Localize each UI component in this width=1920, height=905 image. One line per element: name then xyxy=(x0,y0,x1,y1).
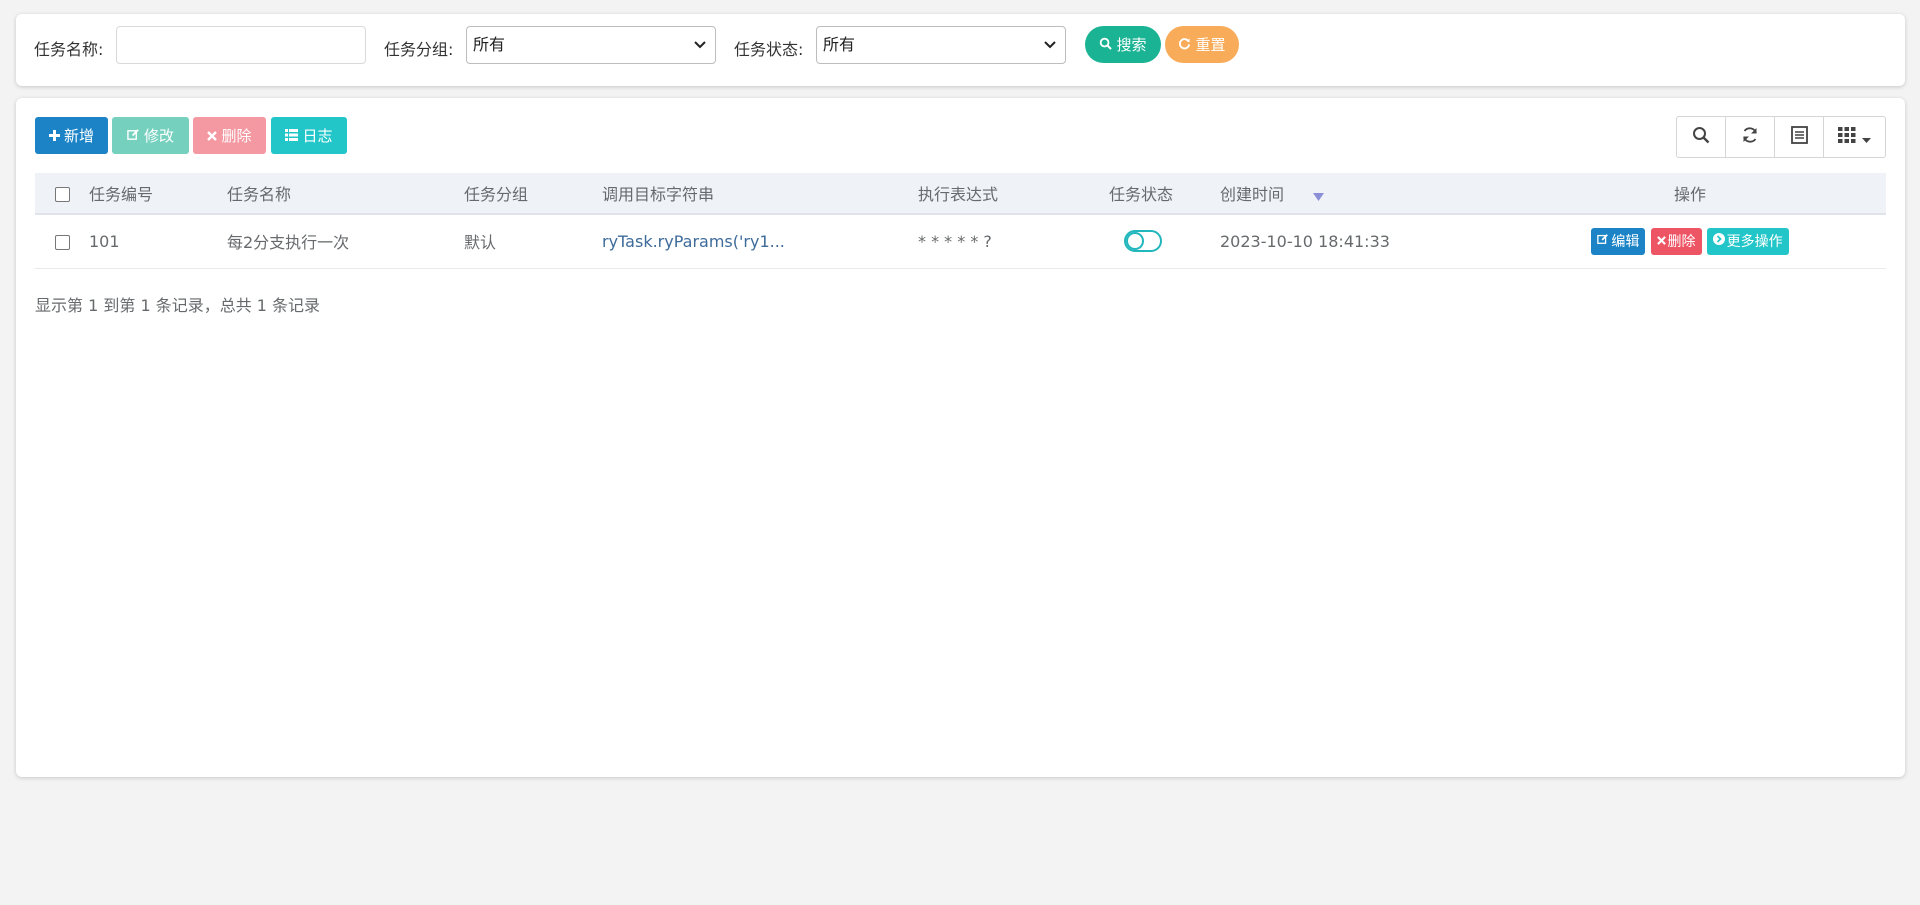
edit-icon xyxy=(127,127,140,145)
close-icon xyxy=(207,127,218,145)
edit-button-label: 修改 xyxy=(143,127,174,145)
log-button[interactable]: 日志 xyxy=(271,117,347,154)
row-checkbox-cell xyxy=(35,214,89,269)
add-button-label: 新增 xyxy=(63,127,94,145)
column-header-group[interactable]: 任务分组 xyxy=(464,173,602,215)
delete-button-label: 删除 xyxy=(221,127,252,145)
task-status-selected-value: 所有 xyxy=(823,35,856,54)
cell-name: 每2分支执行一次 xyxy=(227,214,464,269)
search-form-panel: 任务名称: 任务分组: 所有 任务状态: 所有 搜索 重置 xyxy=(16,14,1905,86)
column-header-id[interactable]: 任务编号 xyxy=(89,173,227,215)
cell-created: 2023-10-10 18:41:33 xyxy=(1220,214,1494,269)
invoke-target-link[interactable]: ryTask.ryParams('ry1... xyxy=(602,232,785,251)
select-all-checkbox-cell xyxy=(35,173,89,215)
search-icon xyxy=(1692,126,1710,148)
cell-actions: 编辑 删除 更多操作 xyxy=(1494,214,1886,269)
caret-down-icon xyxy=(1862,128,1871,147)
log-button-label: 日志 xyxy=(302,127,333,145)
chevron-down-icon xyxy=(693,27,707,63)
grid-icon xyxy=(1838,127,1856,147)
column-header-status[interactable]: 任务状态 xyxy=(1109,173,1220,215)
delete-button[interactable]: 删除 xyxy=(193,117,266,154)
refresh-icon xyxy=(1178,36,1191,54)
column-header-created[interactable]: 创建时间 xyxy=(1220,173,1494,215)
task-status-label: 任务状态: xyxy=(734,40,804,59)
cell-status xyxy=(1109,214,1220,269)
reset-button[interactable]: 重置 xyxy=(1165,26,1239,63)
task-group-label: 任务分组: xyxy=(384,40,454,59)
status-toggle-switch[interactable] xyxy=(1124,230,1162,253)
search-button-label: 搜索 xyxy=(1116,36,1147,54)
task-status-select[interactable]: 所有 xyxy=(816,26,1066,64)
pagination-info: 显示第 1 到第 1 条记录，总共 1 条记录 xyxy=(35,296,321,315)
refresh-icon xyxy=(1741,126,1759,148)
table-row: 101 每2分支执行一次 默认 ryTask.ryParams('ry1... … xyxy=(35,214,1886,269)
plus-icon xyxy=(48,127,60,145)
edit-button[interactable]: 修改 xyxy=(112,117,189,154)
row-more-actions-button[interactable]: 更多操作 xyxy=(1706,227,1789,255)
row-checkbox[interactable] xyxy=(54,234,70,250)
column-header-cron[interactable]: 执行表达式 xyxy=(918,173,1109,215)
toggle-view-button[interactable] xyxy=(1775,117,1824,157)
cell-id: 101 xyxy=(89,214,227,269)
search-button[interactable]: 搜索 xyxy=(1085,26,1161,63)
cell-cron: * * * * * ? xyxy=(918,214,1109,269)
column-header-name[interactable]: 任务名称 xyxy=(227,173,464,215)
table-header-row: 任务编号 任务名称 任务分组 调用目标字符串 执行表达式 任务状态 创建时间 操… xyxy=(35,173,1886,215)
cell-group: 默认 xyxy=(464,214,602,269)
list-icon xyxy=(285,127,299,145)
search-icon xyxy=(1099,36,1113,54)
job-table: 任务编号 任务名称 任务分组 调用目标字符串 执行表达式 任务状态 创建时间 操… xyxy=(35,173,1886,269)
sort-desc-icon xyxy=(1313,186,1325,205)
toggle-search-button[interactable] xyxy=(1677,117,1726,157)
columns-dropdown-button[interactable] xyxy=(1824,117,1885,157)
job-list-panel: 新增 修改 删除 日志 任务编号 任务名称 任务分组 调用目标字符串 执行表达式… xyxy=(16,98,1905,777)
column-header-target[interactable]: 调用目标字符串 xyxy=(602,173,918,215)
close-icon xyxy=(1656,233,1666,249)
chevron-circle-right-icon xyxy=(1712,233,1725,249)
task-name-input[interactable] xyxy=(116,26,366,64)
task-group-select[interactable]: 所有 xyxy=(466,26,716,64)
add-button[interactable]: 新增 xyxy=(35,117,108,154)
edit-icon xyxy=(1597,233,1609,249)
cell-target: ryTask.ryParams('ry1... xyxy=(602,214,918,269)
row-edit-button[interactable]: 编辑 xyxy=(1591,227,1646,255)
row-delete-button[interactable]: 删除 xyxy=(1650,227,1702,255)
chevron-down-icon xyxy=(1043,27,1057,63)
column-header-created-label: 创建时间 xyxy=(1220,185,1285,204)
task-name-label: 任务名称: xyxy=(34,40,104,59)
refresh-table-button[interactable] xyxy=(1726,117,1775,157)
task-group-selected-value: 所有 xyxy=(473,35,506,54)
select-all-checkbox[interactable] xyxy=(54,186,70,202)
reset-button-label: 重置 xyxy=(1195,36,1226,54)
column-header-actions: 操作 xyxy=(1494,173,1886,215)
table-tools-group xyxy=(1676,116,1886,158)
card-view-icon xyxy=(1790,126,1808,148)
row-edit-label: 编辑 xyxy=(1611,234,1640,251)
row-delete-label: 删除 xyxy=(1667,234,1696,251)
row-more-actions-label: 更多操作 xyxy=(1726,234,1783,251)
